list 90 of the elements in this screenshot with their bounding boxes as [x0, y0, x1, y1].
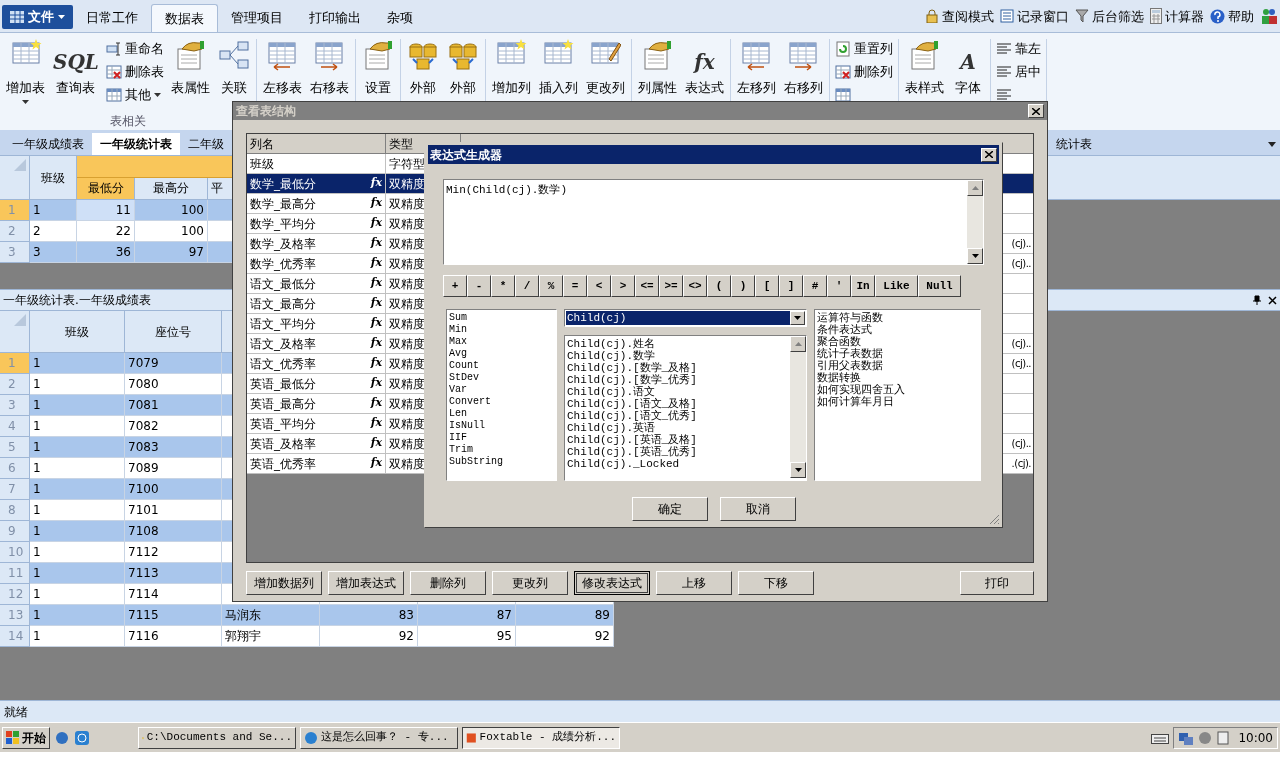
table-cell: 22 [77, 221, 135, 242]
formula-icon: fx [370, 355, 382, 372]
table-cell: 1 [30, 542, 125, 563]
table-cell-text: 语文_最高分 [250, 295, 316, 313]
table-cell: 7113 [125, 563, 222, 584]
window-title: 查看表结构 [236, 103, 296, 120]
table-cell: 郭翔宇 [222, 626, 320, 647]
clock: 10:00 [1238, 729, 1273, 747]
table-cell: 1 [30, 563, 125, 584]
table-cell-text: .(cj). [1011, 457, 1031, 471]
table-cell: 1 [30, 458, 125, 479]
table-cell: 1 [30, 395, 125, 416]
table-cell-text: 数学_优秀率 [250, 255, 316, 273]
table-cell: 100 [135, 200, 208, 221]
table-cell: 100 [135, 221, 208, 242]
formula-icon: fx [370, 235, 382, 252]
table-cell: 7089 [125, 458, 222, 479]
status-text: 就绪 [4, 703, 28, 721]
table-cell: 1 [30, 353, 125, 374]
table-cell-text: 英语_最低分 [250, 375, 316, 393]
table-cell: 87 [418, 605, 516, 626]
table-cell: 7115 [125, 605, 222, 626]
table-cell: 92 [320, 626, 418, 647]
table-cell: 1 [30, 374, 125, 395]
table-cell-text: 英语_及格率 [250, 435, 316, 453]
table-cell-text: (cj).. [1011, 337, 1031, 351]
table-cell: 2 [30, 221, 77, 242]
table-cell: 马润东 [222, 605, 320, 626]
table-cell: 7114 [125, 584, 222, 605]
table-cell: 7108 [125, 521, 222, 542]
table-cell-text: 班级 [250, 155, 274, 173]
table-cell: 89 [516, 605, 614, 626]
table-cell-text: 数学_平均分 [250, 215, 316, 233]
table-cell: 1 [30, 605, 125, 626]
table-cell: 7083 [125, 437, 222, 458]
table-cell-text: 语文_最低分 [250, 275, 316, 293]
table-cell-text: 数学_最低分 [250, 175, 316, 193]
table-cell-text: 语文_及格率 [250, 335, 316, 353]
table-cell: 1 [30, 479, 125, 500]
table-cell: 7101 [125, 500, 222, 521]
table-cell: 1 [30, 437, 125, 458]
formula-icon: fx [370, 295, 382, 312]
table-cell-text: 英语_优秀率 [250, 455, 316, 473]
table-cell-text: (cj).. [1011, 437, 1031, 451]
table-cell-text: 语文_优秀率 [250, 355, 316, 373]
table-cell: 97 [135, 242, 208, 263]
table-cell: 1 [30, 626, 125, 647]
panel-caption: 一年级统计表.一年级成绩表 [3, 292, 151, 309]
table-cell: 7082 [125, 416, 222, 437]
table-cell: 11 [77, 200, 135, 221]
table-cell: 95 [418, 626, 516, 647]
formula-icon: fx [370, 395, 382, 412]
formula-icon: fx [370, 175, 382, 192]
glyph-icon: fx [694, 39, 715, 71]
table-cell-text: (cj).. [1011, 257, 1031, 271]
formula-icon: fx [370, 335, 382, 352]
group-label: 表相关 [108, 113, 147, 130]
formula-icon: fx [370, 215, 382, 232]
formula-icon: fx [370, 195, 382, 212]
table-cell: 7079 [125, 353, 222, 374]
table-cell: 1 [30, 500, 125, 521]
table-cell: 1 [30, 521, 125, 542]
table-cell-text: (cj).. [1011, 357, 1031, 371]
table-cell: 1 [30, 584, 125, 605]
table-cell: 1 [30, 200, 77, 221]
formula-icon: fx [370, 255, 382, 272]
formula-icon: fx [370, 455, 382, 472]
table-cell: 3 [30, 242, 77, 263]
table-cell: 92 [516, 626, 614, 647]
table-cell-text: 语文_平均分 [250, 315, 316, 333]
table-cell: 7100 [125, 479, 222, 500]
formula-icon: fx [370, 415, 382, 432]
table-cell-text: 数学_及格率 [250, 235, 316, 253]
table-cell: 1 [30, 416, 125, 437]
table-cell: 36 [77, 242, 135, 263]
table-cell-text: 数学_最高分 [250, 195, 316, 213]
glyph-icon: SQL [53, 39, 99, 71]
table-cell: 7080 [125, 374, 222, 395]
formula-icon: fx [370, 275, 382, 292]
glyph-icon: A [960, 39, 976, 71]
table-cell-text: (cj).. [1011, 237, 1031, 251]
table-cell: 7112 [125, 542, 222, 563]
formula-icon: fx [370, 375, 382, 392]
table-cell-text: 英语_平均分 [250, 415, 316, 433]
formula-icon: fx [370, 315, 382, 332]
table-cell-text: 英语_最高分 [250, 395, 316, 413]
table-cell: 7116 [125, 626, 222, 647]
table-cell: 83 [320, 605, 418, 626]
table-cell: 7081 [125, 395, 222, 416]
formula-icon: fx [370, 435, 382, 452]
